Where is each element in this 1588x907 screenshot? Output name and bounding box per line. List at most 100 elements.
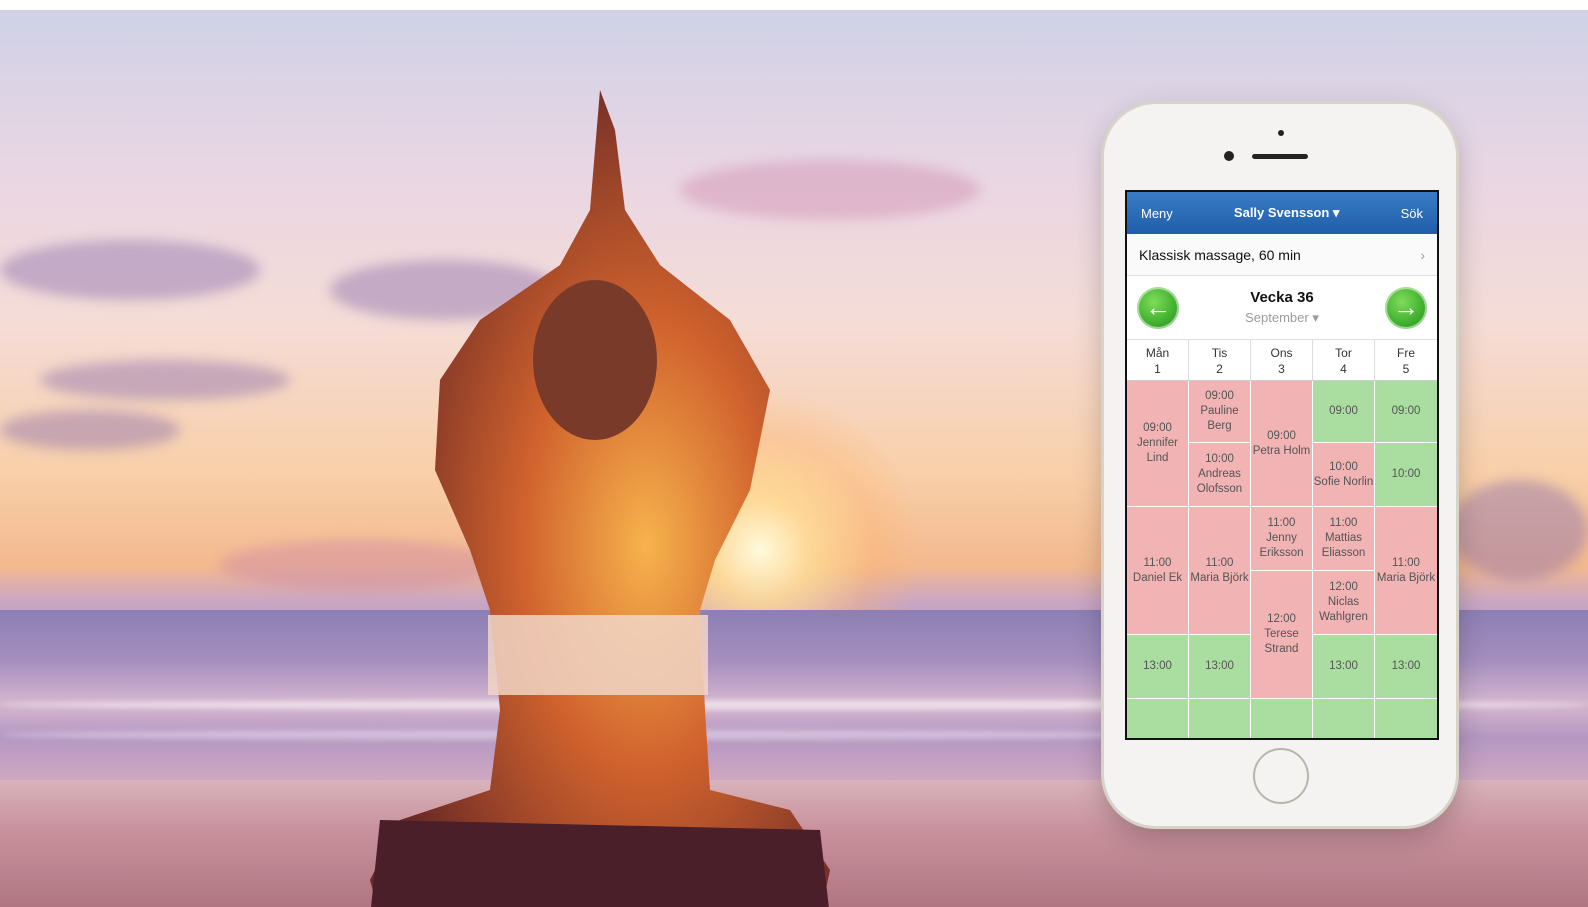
week-navigation: ← Vecka 36 September ▾ → — [1127, 276, 1437, 340]
slot-time: 10:00 — [1329, 460, 1358, 473]
booking-slot[interactable]: 11:00 Daniel Ek — [1127, 507, 1188, 635]
proximity-sensor — [1278, 130, 1284, 136]
cloud — [1450, 480, 1588, 580]
day-column-thu: 09:00 10:00 Sofie Norlin 11:00 Mattias E… — [1313, 381, 1375, 738]
cloud — [0, 240, 260, 300]
slot-customer: Petra Holm — [1252, 444, 1311, 457]
slot-time: 09:00 — [1267, 429, 1296, 442]
slot-time: 10:00 — [1391, 468, 1421, 480]
home-button[interactable] — [1253, 748, 1309, 804]
search-button[interactable]: Sök — [1401, 206, 1423, 221]
day-name: Tis — [1211, 346, 1228, 360]
arrow-left-icon[interactable]: ← — [1137, 286, 1179, 329]
day-name: Fre — [1397, 346, 1415, 360]
slot-time: 12:00 — [1267, 613, 1296, 625]
slot-time: 12:00 — [1329, 581, 1358, 593]
day-name: Mån — [1145, 346, 1170, 360]
slot-customer: Sofie Norlin — [1313, 475, 1374, 488]
slot-time: 13:00 — [1205, 660, 1234, 672]
day-header-thu: Tor 4 — [1313, 340, 1375, 380]
available-slot[interactable] — [1313, 699, 1374, 738]
slot-time: 09:00 — [1329, 405, 1358, 417]
booking-slot[interactable]: 12:00 Niclas Wahlgren — [1313, 571, 1374, 635]
cloud — [40, 360, 290, 400]
booking-slot[interactable]: 09:00 Petra Holm — [1251, 381, 1312, 507]
available-slot[interactable] — [1251, 699, 1312, 738]
available-slot[interactable] — [1189, 699, 1250, 738]
available-slot[interactable]: 09:00 — [1375, 381, 1437, 443]
day-column-fri: 09:00 10:00 11:00 Maria Björk 13:00 — [1375, 381, 1437, 738]
available-slot[interactable]: 13:00 — [1313, 635, 1374, 699]
day-header-mon: Mån 1 — [1127, 340, 1189, 380]
available-slot[interactable] — [1127, 699, 1188, 738]
slot-customer: Terese Strand — [1264, 628, 1299, 655]
slot-customer: Jennifer Lind — [1137, 437, 1178, 464]
booking-slot[interactable]: 09:00 Pauline Berg — [1189, 381, 1250, 443]
day-column-mon: 09:00 Jennifer Lind 11:00 Daniel Ek 13:0… — [1127, 381, 1189, 738]
slot-time: 11:00 — [1267, 517, 1296, 529]
available-slot[interactable]: 10:00 — [1375, 443, 1437, 507]
booking-app-screen: Meny Sally Svensson ▾ Sök Klassisk massa… — [1125, 190, 1439, 740]
day-column-tue: 09:00 Pauline Berg 10:00 Andreas Olofsso… — [1189, 381, 1251, 738]
day-date: 1 — [1154, 362, 1161, 376]
day-name: Ons — [1270, 346, 1293, 360]
booking-slot[interactable]: 09:00 Jennifer Lind — [1127, 381, 1188, 507]
booking-slot[interactable]: 10:00 Sofie Norlin — [1313, 443, 1374, 507]
booking-slot[interactable]: 11:00 Maria Björk — [1375, 507, 1437, 635]
slot-customer: Jenny Eriksson — [1259, 532, 1304, 559]
day-header-wed: Ons 3 — [1251, 340, 1313, 380]
slot-time: 11:00 — [1143, 556, 1172, 569]
slot-time: 09:00 — [1391, 405, 1421, 417]
cloud — [0, 410, 180, 450]
month-dropdown[interactable]: September ▾ — [1245, 310, 1319, 326]
slot-time: 13:00 — [1391, 660, 1421, 672]
arrow-right-icon[interactable]: → — [1384, 286, 1427, 329]
slot-customer: Daniel Ek — [1132, 571, 1183, 584]
day-name: Tor — [1335, 346, 1352, 360]
day-date: 3 — [1278, 362, 1285, 376]
day-header-row: Mån 1 Tis 2 Ons 3 Tor 4 Fre 5 — [1127, 340, 1437, 381]
smartphone: Meny Sally Svensson ▾ Sök Klassisk massa… — [1104, 104, 1456, 826]
slot-customer: Andreas Olofsson — [1196, 468, 1243, 495]
day-date: 2 — [1216, 362, 1223, 376]
slot-time: 11:00 — [1329, 517, 1358, 529]
day-column-wed: 09:00 Petra Holm 11:00 Jenny Eriksson 12… — [1251, 381, 1313, 738]
service-selector[interactable]: Klassisk massage, 60 min › — [1127, 234, 1437, 276]
day-date: 4 — [1340, 362, 1347, 376]
chevron-right-icon: › — [1420, 246, 1425, 263]
booking-slot[interactable]: 10:00 Andreas Olofsson — [1189, 443, 1250, 507]
slot-customer: Pauline Berg — [1200, 405, 1239, 432]
available-slot[interactable]: 13:00 — [1375, 635, 1437, 699]
slot-time: 13:00 — [1329, 660, 1358, 672]
slot-customer: Maria Björk — [1190, 571, 1249, 584]
slot-time: 13:00 — [1143, 660, 1172, 672]
booking-slot[interactable]: 11:00 Jenny Eriksson — [1251, 507, 1312, 571]
day-header-tue: Tis 2 — [1189, 340, 1251, 380]
slot-time: 10:00 — [1205, 453, 1234, 465]
booking-slot[interactable]: 11:00 Mattias Eliasson — [1313, 507, 1374, 571]
week-info: Vecka 36 September ▾ — [1245, 289, 1319, 326]
available-slot[interactable] — [1375, 699, 1437, 738]
slot-time: 09:00 — [1205, 390, 1234, 402]
menu-button[interactable]: Meny — [1141, 206, 1173, 221]
calendar-grid: 09:00 Jennifer Lind 11:00 Daniel Ek 13:0… — [1127, 381, 1437, 738]
day-header-fri: Fre 5 — [1375, 340, 1437, 380]
booking-slot[interactable]: 12:00 Terese Strand — [1251, 571, 1312, 699]
yoga-woman-silhouette — [370, 90, 830, 907]
app-navbar: Meny Sally Svensson ▾ Sök — [1127, 192, 1437, 234]
available-slot[interactable]: 13:00 — [1127, 635, 1188, 699]
available-slot[interactable]: 09:00 — [1313, 381, 1374, 443]
slot-time: 11:00 — [1205, 556, 1234, 569]
slot-customer: Mattias Eliasson — [1321, 532, 1366, 559]
booking-slot[interactable]: 11:00 Maria Björk — [1189, 507, 1250, 635]
slot-customer: Maria Björk — [1376, 571, 1436, 584]
front-camera — [1224, 151, 1234, 161]
week-title: Vecka 36 — [1250, 289, 1314, 306]
service-label: Klassisk massage, 60 min — [1139, 246, 1301, 263]
available-slot[interactable]: 13:00 — [1189, 635, 1250, 699]
user-dropdown[interactable]: Sally Svensson ▾ — [1234, 205, 1340, 221]
slot-customer: Niclas Wahlgren — [1319, 596, 1368, 623]
slot-time: 11:00 — [1392, 556, 1420, 569]
slot-time: 09:00 — [1143, 422, 1172, 434]
earpiece-speaker — [1252, 154, 1308, 159]
